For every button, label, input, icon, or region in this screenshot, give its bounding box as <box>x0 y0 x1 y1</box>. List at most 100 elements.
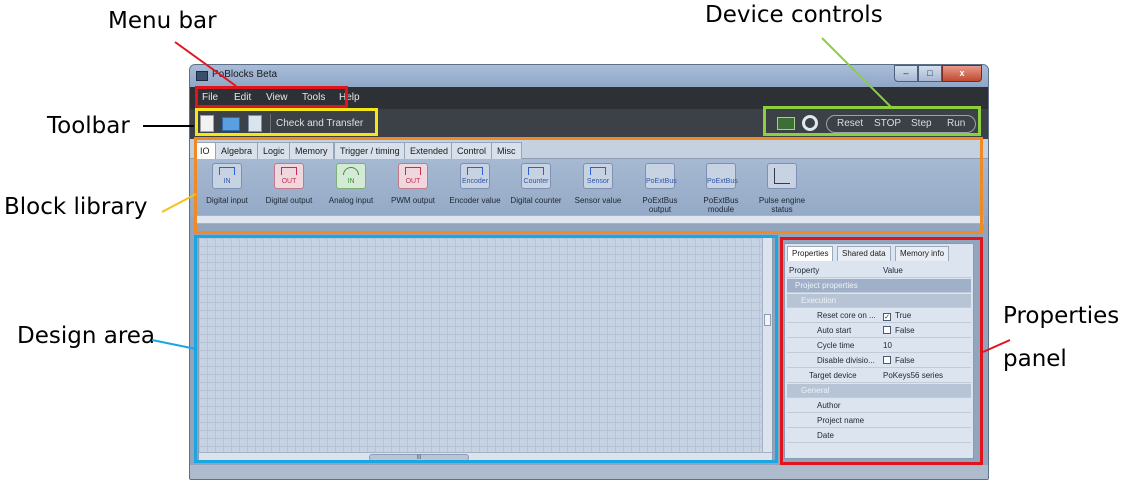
title-bar: PoBlocks Beta – □ x <box>190 65 988 87</box>
block-label: Sensor value <box>574 196 622 205</box>
new-file-icon[interactable] <box>200 115 214 132</box>
minimize-button[interactable]: – <box>894 65 918 82</box>
digital-output-block[interactable]: OUT <box>274 163 304 189</box>
check-and-transfer-button[interactable]: Check and Transfer <box>276 118 363 129</box>
encoder-value-block[interactable]: Encoder <box>460 163 490 189</box>
row-key: Execution <box>801 296 837 305</box>
row-key: General <box>801 386 830 395</box>
callout-menu-bar: Menu bar <box>108 8 217 34</box>
row-value: ✓ True <box>883 309 911 322</box>
row-cycle-time[interactable]: Cycle time 10 <box>787 339 971 353</box>
digital-input-block[interactable]: IN <box>212 163 242 189</box>
app-window: PoBlocks Beta – □ x File Edit View Tools… <box>189 64 989 480</box>
block-label: Digital output <box>265 196 313 205</box>
stop-button[interactable]: STOP <box>874 118 901 129</box>
tab-logic[interactable]: Logic <box>257 142 291 159</box>
row-project-name[interactable]: Project name <box>787 414 971 428</box>
section-execution[interactable]: Execution <box>787 294 971 308</box>
maximize-button[interactable]: □ <box>918 65 942 82</box>
tab-properties[interactable]: Properties <box>787 246 834 261</box>
row-author[interactable]: Author <box>787 399 971 413</box>
tab-shared-data[interactable]: Shared data <box>837 246 891 261</box>
block-label: Analog input <box>328 196 374 205</box>
step-button[interactable]: Step <box>911 118 932 129</box>
checkbox-unchecked[interactable] <box>883 326 891 334</box>
tab-io[interactable]: IO <box>194 142 216 159</box>
run-button[interactable]: Run <box>947 118 965 129</box>
block-icon-text: PoExtBus <box>646 178 677 185</box>
horizontal-scroll-thumb[interactable]: III <box>369 454 469 461</box>
open-folder-icon[interactable] <box>222 117 240 131</box>
row-date[interactable]: Date <box>787 429 971 443</box>
block-library: IN Digital input OUT Digital output IN A… <box>190 159 988 217</box>
block-icon-text: Counter <box>523 178 549 185</box>
block-icon-text: IN <box>223 178 231 185</box>
checkbox-unchecked[interactable] <box>883 356 891 364</box>
status-bar <box>190 465 988 479</box>
tab-algebra[interactable]: Algebra <box>215 142 259 159</box>
analog-input-block[interactable]: IN <box>336 163 366 189</box>
design-area[interactable]: III <box>198 237 773 463</box>
block-label: PoExtBus module <box>703 196 739 214</box>
device-board-icon[interactable] <box>777 117 795 130</box>
tab-extended[interactable]: Extended <box>404 142 455 159</box>
properties-header: Property Value <box>787 264 971 278</box>
menu-view[interactable]: View <box>266 92 288 103</box>
block-icon-text: Sensor <box>586 178 610 185</box>
tab-control[interactable]: Control <box>451 142 493 159</box>
checkbox-label: False <box>895 356 915 365</box>
axis-icon <box>774 168 790 184</box>
checkbox-label: True <box>895 311 912 320</box>
tab-memory[interactable]: Memory <box>289 142 334 159</box>
pwm-output-block[interactable]: OUT <box>398 163 428 189</box>
block-icon-text: PoExtBus <box>707 178 738 185</box>
tab-trigger-timing[interactable]: Trigger / timing <box>334 142 406 159</box>
toolbar: Check and Transfer Reset STOP Step Run <box>190 109 988 139</box>
vertical-scroll-thumb[interactable] <box>764 314 771 326</box>
row-reset-core[interactable]: Reset core on ... ✓ True <box>787 309 971 323</box>
tab-memory-info[interactable]: Memory info <box>895 246 950 261</box>
block-label: Pulse engine status <box>758 196 806 214</box>
window-controls: – □ x <box>894 65 982 82</box>
properties-panel: Properties Shared data Memory info Prope… <box>784 243 974 459</box>
menu-edit[interactable]: Edit <box>234 92 251 103</box>
save-icon[interactable] <box>248 115 262 132</box>
row-auto-start[interactable]: Auto start False <box>787 324 971 338</box>
block-label: Digital counter <box>510 196 562 205</box>
tab-misc[interactable]: Misc <box>491 142 522 159</box>
poextbus-output-block[interactable]: PoExtBus <box>645 163 677 189</box>
close-button[interactable]: x <box>942 65 982 82</box>
sensor-value-block[interactable]: Sensor <box>583 163 613 189</box>
design-horizontal-scrollbar[interactable]: III <box>199 452 772 462</box>
row-key: Disable divisio... <box>817 356 875 365</box>
block-icon-text: OUT <box>405 178 421 185</box>
menu-file[interactable]: File <box>202 92 218 103</box>
annotated-screenshot: Menu bar Device controls Toolbar Block l… <box>0 0 1131 489</box>
device-search-icon[interactable] <box>802 115 818 131</box>
poextbus-module-block[interactable]: PoExtBus <box>706 163 738 189</box>
block-label: Encoder value <box>449 196 501 205</box>
menu-tools[interactable]: Tools <box>302 92 325 103</box>
row-key: Auto start <box>817 326 852 335</box>
row-value: False <box>883 324 915 337</box>
row-value: PoKeys56 series <box>883 371 944 380</box>
section-general[interactable]: General <box>787 384 971 398</box>
design-vertical-scrollbar[interactable] <box>762 238 772 462</box>
app-icon <box>196 71 208 81</box>
section-project-properties[interactable]: Project properties <box>787 279 971 293</box>
library-scrollbar[interactable] <box>194 215 984 224</box>
checkbox-checked[interactable]: ✓ <box>883 313 891 321</box>
pulse-engine-status-block[interactable] <box>767 163 797 189</box>
digital-counter-block[interactable]: Counter <box>521 163 551 189</box>
row-key: Reset core on ... <box>817 311 876 320</box>
menu-help[interactable]: Help <box>339 92 360 103</box>
header-property: Property <box>789 266 820 275</box>
row-key: Author <box>817 401 841 410</box>
toolbar-separator <box>270 114 271 134</box>
callout-block-library: Block library <box>4 194 148 220</box>
row-target-device[interactable]: Target device PoKeys56 series <box>787 369 971 383</box>
block-label: PoExtBus output <box>642 196 678 214</box>
reset-button[interactable]: Reset <box>837 118 863 129</box>
row-key: Cycle time <box>817 341 855 350</box>
row-disable-division[interactable]: Disable divisio... False <box>787 354 971 368</box>
